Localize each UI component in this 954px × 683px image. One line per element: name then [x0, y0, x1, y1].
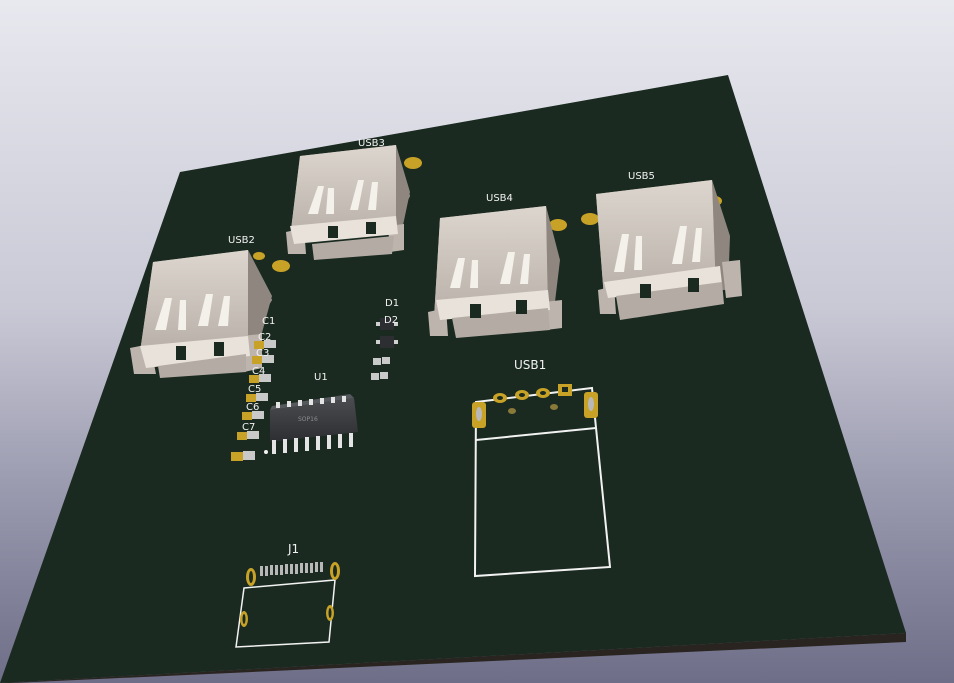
d1-label: D1: [385, 298, 399, 309]
c4-label: C4: [252, 366, 265, 377]
usb4-connector: [428, 206, 567, 338]
usb1-label: USB1: [514, 358, 546, 372]
c6-label: C6: [246, 402, 259, 413]
pcb-3d-viewport[interactable]: USB2 USB3 USB4 USB5 USB1 SOP16 U1 C1 C2 …: [0, 0, 954, 683]
c7-label: C7: [242, 422, 255, 433]
c5-label: C5: [248, 384, 261, 395]
d2-label: D2: [384, 315, 398, 326]
u1-label: U1: [314, 372, 328, 383]
pcb-board: [0, 75, 906, 683]
usb5-connector: [581, 180, 742, 320]
capacitor-c1: [231, 451, 255, 461]
c3-label: C3: [256, 348, 269, 359]
j1-label: J1: [287, 542, 299, 556]
usb2-label: USB2: [228, 235, 255, 246]
usb4-label: USB4: [486, 193, 513, 204]
usb3-label: USB3: [358, 138, 385, 149]
u1-marking: SOP16: [298, 416, 318, 423]
c2-label: C2: [258, 332, 271, 343]
c1-label: C1: [262, 316, 275, 327]
usb5-label: USB5: [628, 171, 655, 182]
